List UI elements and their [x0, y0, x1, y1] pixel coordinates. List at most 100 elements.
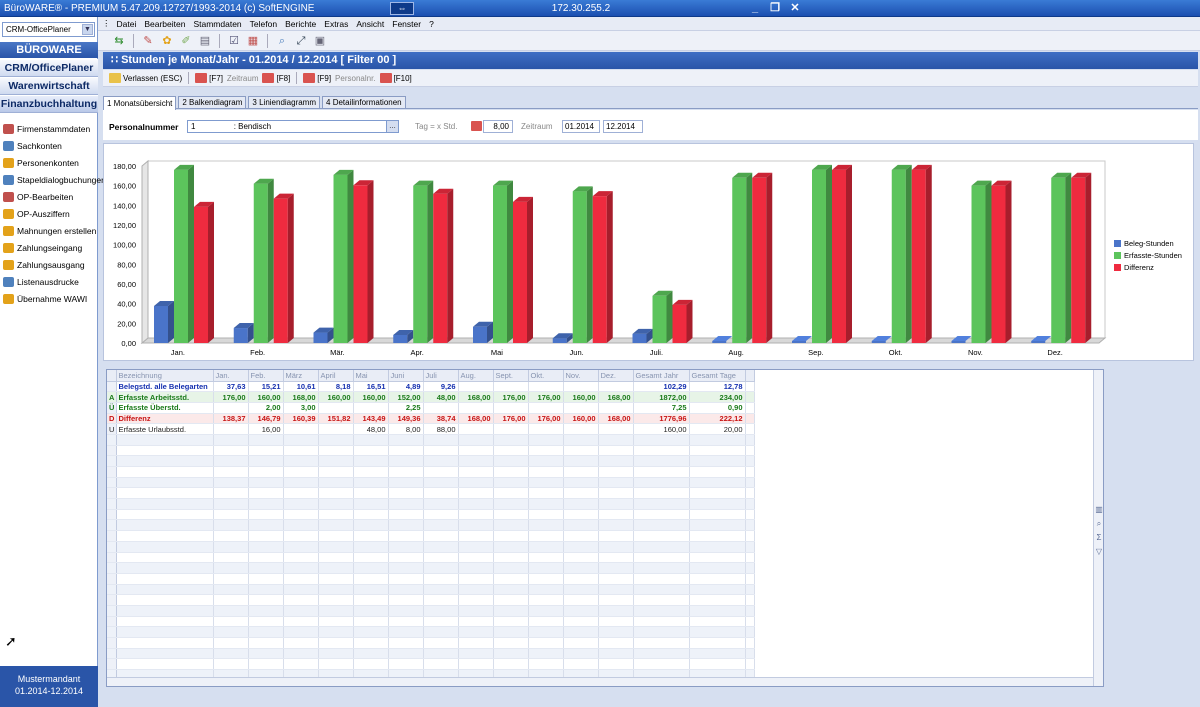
table-row[interactable] [107, 466, 755, 478]
fkey-button[interactable]: Verlassen (ESC) [109, 73, 182, 83]
sidebar-item[interactable]: Mahnungen erstellen [3, 222, 96, 239]
menu-item[interactable]: Bearbeiten [144, 19, 185, 29]
table-row[interactable]: D Differenz 138,37 146,79 160,39 151,82 143,49… [107, 413, 755, 425]
checklist-icon[interactable]: ☑ [227, 34, 241, 48]
fkey-button[interactable]: [F9] [303, 73, 331, 83]
tools-icon[interactable]: ✿ [160, 34, 174, 48]
menu-item[interactable]: Stammdaten [193, 19, 241, 29]
sidebar-item[interactable]: OP-Bearbeiten [3, 188, 95, 205]
navigate-arrows-icon[interactable]: ⇆ [112, 34, 126, 48]
tab-4[interactable]: 4 Detailinformationen [322, 96, 406, 108]
table-row[interactable] [107, 477, 755, 489]
column-header[interactable] [745, 370, 755, 382]
menu-item[interactable]: ? [429, 19, 434, 29]
table-row[interactable] [107, 541, 755, 553]
period-to-field[interactable]: 12.2014 [603, 120, 643, 133]
table-row[interactable] [107, 573, 755, 585]
sidebar-item[interactable]: OP-Ausziffern [3, 205, 95, 222]
search-icon[interactable]: ⌕ [275, 34, 289, 48]
table-row[interactable] [107, 434, 755, 446]
zoom-icon[interactable]: ⌕ [1094, 519, 1104, 533]
edit-icon[interactable]: ✐ [179, 34, 193, 48]
sidebar-item[interactable]: Sachkonten [3, 137, 95, 154]
table-row[interactable] [107, 445, 755, 457]
column-header[interactable]: Juni [388, 370, 424, 382]
chevron-down-icon[interactable]: ▼ [82, 24, 93, 35]
table-row[interactable] [107, 594, 755, 606]
menu-item[interactable]: Datei [117, 19, 137, 29]
column-header[interactable]: Feb. [248, 370, 284, 382]
table-row[interactable] [107, 509, 755, 521]
column-header[interactable]: Okt. [528, 370, 564, 382]
sidebar-item[interactable]: Personenkonten [3, 154, 95, 171]
sidebar-item[interactable]: Übernahme WAWI [3, 290, 95, 307]
sidebar-nav-item[interactable]: Finanzbuchhaltung [0, 95, 98, 113]
hours-per-day-field[interactable]: 8,00 [483, 120, 513, 133]
horizontal-scrollbar[interactable] [107, 677, 1093, 686]
sidebar-item[interactable]: Listenausdrucke [3, 273, 95, 290]
fkey-button[interactable]: [F8] [262, 73, 290, 83]
fkey-button[interactable]: [F7] [195, 73, 223, 83]
table-row[interactable] [107, 658, 755, 671]
table-row[interactable]: U Erfasste Urlaubsstd. 16,00 48,00 8,00 88,00… [107, 423, 755, 435]
tab-2[interactable]: 2 Balkendiagram [178, 96, 247, 108]
sidebar-item[interactable]: Stapeldialogbuchungen [3, 171, 106, 188]
wand-icon[interactable]: ✎ [141, 34, 155, 48]
column-header[interactable]: Nov. [563, 370, 599, 382]
fkey-button[interactable]: [F10] [379, 73, 412, 83]
sidebar-nav-item[interactable]: CRM/OfficePlaner [0, 59, 98, 77]
pin-icon[interactable]: ⇔ [390, 1, 414, 15]
minimize-button[interactable]: _ [748, 2, 762, 15]
menu-item[interactable]: Berichte [285, 19, 316, 29]
menu-item[interactable]: Telefon [250, 19, 277, 29]
menu-item[interactable]: Fenster [392, 19, 421, 29]
table-row[interactable] [107, 626, 755, 638]
column-header[interactable]: Juli [423, 370, 459, 382]
sidebar-item[interactable]: Zahlungsausgang [3, 256, 95, 273]
column-header[interactable]: Mai [353, 370, 389, 382]
table-row[interactable] [107, 498, 755, 510]
sum-icon[interactable]: Σ [1094, 533, 1104, 547]
module-selector[interactable]: CRM-OfficePlaner ▼ [2, 22, 95, 37]
lookup-icon[interactable]: … [386, 121, 398, 132]
menu-item[interactable]: Extras [324, 19, 348, 29]
column-header[interactable]: Sept. [493, 370, 529, 382]
column-header[interactable]: Dez. [598, 370, 634, 382]
tab-3[interactable]: 3 Liniendiagramm [248, 96, 321, 108]
column-header[interactable]: Jan. [213, 370, 249, 382]
table-row[interactable] [107, 605, 755, 617]
close-button[interactable]: ✕ [788, 2, 802, 15]
column-header[interactable]: Gesamt Jahr [633, 370, 690, 382]
menu-item[interactable]: Ansicht [356, 19, 384, 29]
table-row[interactable] [107, 487, 755, 500]
filter-icon[interactable]: ▽ [1094, 547, 1104, 561]
table-row[interactable] [107, 637, 755, 649]
table-row[interactable] [107, 530, 755, 542]
column-header[interactable]: Aug. [458, 370, 494, 382]
restore-button[interactable]: ❐ [768, 2, 782, 15]
column-header[interactable]: Bezeichnung [116, 370, 214, 382]
table-row[interactable] [107, 616, 755, 628]
personnel-input[interactable]: 1 : Bendisch … [187, 120, 399, 133]
period-from-field[interactable]: 01.2014 [562, 120, 600, 133]
column-header[interactable]: Gesamt Tage [689, 370, 746, 382]
table-row[interactable]: Belegstd. alle Belegarten 37,63 15,21 10,61… [107, 381, 755, 393]
sidebar-nav-item[interactable]: Warenwirtschaft [0, 77, 98, 95]
expand-icon[interactable]: ⤢ [294, 34, 308, 48]
table-row[interactable] [107, 648, 755, 660]
clipboard-icon[interactable]: ▣ [313, 34, 327, 48]
table-row[interactable]: A Erfasste Arbeitsstd. 176,00 160,00 168,00 1… [107, 391, 755, 403]
column-header[interactable] [107, 370, 117, 382]
report-icon[interactable]: ▦ [246, 34, 260, 48]
sidebar-item[interactable]: Zahlungseingang [3, 239, 95, 256]
table-row[interactable] [107, 519, 755, 532]
table-row[interactable] [107, 584, 755, 596]
column-chooser-icon[interactable]: ▥ [1094, 505, 1104, 519]
column-header[interactable]: März [283, 370, 319, 382]
table-row[interactable]: Ü Erfasste Überstd. 2,00 3,00 2,25 7,25 0,90 [107, 402, 755, 414]
note-icon[interactable]: ▤ [198, 34, 212, 48]
sidebar-item[interactable]: Firmenstammdaten [3, 120, 95, 137]
table-row[interactable] [107, 455, 755, 467]
tab-1[interactable]: 1 Monatsübersicht [103, 96, 177, 110]
column-header[interactable]: April [318, 370, 354, 382]
